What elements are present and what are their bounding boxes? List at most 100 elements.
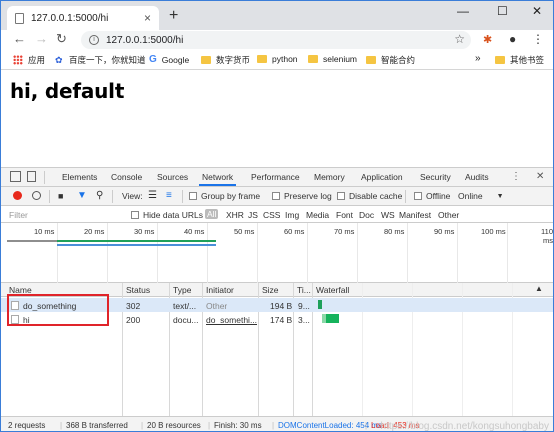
overview-bar [7, 240, 57, 242]
close-window-button[interactable]: ✕ [532, 4, 542, 18]
devtools-close-icon[interactable]: ✕ [536, 171, 544, 182]
tab-network[interactable]: Network [198, 172, 237, 186]
forward-icon[interactable]: → [35, 31, 48, 46]
tab-elements[interactable]: Elements [62, 172, 97, 182]
tab-memory[interactable]: Memory [314, 172, 345, 182]
checkbox-label: Hide data URLs [143, 210, 204, 220]
navigation-bar: ← → ↻ i 127.0.0.1:5000/hi ☆ ✱ ● ⋮ [1, 30, 553, 50]
maximize-button[interactable]: ☐ [497, 4, 508, 18]
screenshot-icon[interactable]: ■ [58, 191, 63, 201]
column-header-size[interactable]: Size [262, 285, 279, 295]
preserve-log-checkbox[interactable]: Preserve log [272, 191, 332, 201]
filter-input[interactable]: Filter [9, 210, 28, 220]
status-divider: | [141, 421, 144, 430]
tick-line [457, 223, 458, 283]
filter-type-css[interactable]: CSS [263, 210, 280, 220]
search-icon[interactable]: ⚲ [96, 190, 103, 201]
tab-audits[interactable]: Audits [465, 172, 489, 182]
tab-sources[interactable]: Sources [157, 172, 188, 182]
chevron-down-icon: ▼ [496, 192, 504, 200]
resources-size: 20 B resources [147, 421, 201, 430]
filter-icon[interactable]: ▼ [77, 190, 87, 201]
bookmarks-bar: 应用 ✿ 百度一下，你就知道 G Google 数字货币 python sele… [1, 50, 553, 70]
menu-icon[interactable]: ⋮ [532, 32, 544, 46]
hide-data-urls-checkbox[interactable]: Hide data URLs [131, 210, 203, 220]
bookmarks-overflow-icon[interactable]: » [475, 53, 481, 64]
filter-type-font[interactable]: Font [336, 210, 353, 220]
tick-label: 80 ms [384, 227, 405, 236]
request-initiator-link[interactable]: do_somethi... [206, 315, 257, 325]
reload-icon[interactable]: ↻ [56, 31, 67, 47]
device-toolbar-icon[interactable] [27, 171, 36, 182]
filter-type-all[interactable]: All [205, 209, 219, 219]
tick-label: 30 ms [134, 227, 155, 236]
request-size: 174 B [270, 315, 293, 325]
request-initiator: Other [206, 301, 228, 311]
filter-type-xhr[interactable]: XHR [226, 210, 244, 220]
tab-performance[interactable]: Performance [251, 172, 300, 182]
watermark-text: https://blog.csdn.net/kongsuhongbaby [380, 421, 549, 432]
bookmark-item[interactable]: 应用 [13, 54, 45, 66]
highlight-box [7, 294, 109, 326]
record-icon[interactable] [13, 191, 22, 200]
group-by-frame-checkbox[interactable]: Group by frame [189, 191, 260, 201]
filter-type-media[interactable]: Media [306, 210, 329, 220]
folder-icon [257, 55, 267, 63]
bookmark-label: 智能合约 [381, 55, 416, 65]
tick-line [407, 223, 408, 283]
bookmark-item[interactable]: ✿ 百度一下，你就知道 [55, 54, 146, 66]
inspect-element-icon[interactable] [10, 171, 21, 182]
column-header-waterfall[interactable]: Waterfall [316, 285, 349, 295]
filter-type-js[interactable]: JS [248, 210, 258, 220]
back-icon[interactable]: ← [13, 31, 26, 46]
column-header-type[interactable]: Type [173, 285, 191, 295]
url-text[interactable]: 127.0.0.1:5000/hi [106, 35, 183, 46]
browser-tab[interactable]: 127.0.0.1:5000/hi × [7, 6, 159, 30]
list-view-icon[interactable]: ☰ [148, 190, 157, 201]
devtools-more-icon[interactable]: ⋮ [511, 171, 521, 182]
tab-security[interactable]: Security [420, 172, 451, 182]
bookmark-item[interactable]: 数字货币 [201, 54, 250, 66]
google-icon: G [149, 54, 157, 65]
bookmark-item[interactable]: G Google [149, 54, 189, 65]
column-header-status[interactable]: Status [126, 285, 150, 295]
sort-up-icon[interactable]: ▲ [535, 284, 543, 293]
waterfall-view-icon[interactable]: ≡ [166, 190, 172, 201]
bookmark-item[interactable]: 智能合约 [366, 54, 415, 66]
request-count: 2 requests [8, 421, 46, 430]
bookmark-item[interactable]: python [257, 54, 298, 64]
toolbar-divider [182, 190, 183, 203]
filter-type-img[interactable]: Img [285, 210, 299, 220]
clear-icon[interactable] [32, 191, 41, 200]
address-bar[interactable]: i 127.0.0.1:5000/hi ☆ [81, 31, 471, 49]
tick-line [157, 223, 158, 283]
other-bookmarks[interactable]: 其他书签 [495, 54, 544, 66]
column-header-initiator[interactable]: Initiator [206, 285, 234, 295]
offline-checkbox[interactable]: Offline [414, 191, 450, 201]
minimize-button[interactable]: — [457, 4, 469, 18]
bookmark-item[interactable]: selenium [308, 54, 357, 64]
column-header-time[interactable]: Ti... [297, 285, 311, 295]
devtools-tab-bar: Elements Console Sources Network Perform… [1, 168, 553, 187]
profile-icon[interactable]: ● [509, 32, 516, 46]
tick-line [307, 223, 308, 283]
checkbox-label: Offline [426, 191, 451, 201]
throttling-select[interactable]: Online ▼ [458, 191, 504, 201]
tab-console[interactable]: Console [111, 172, 142, 182]
filter-type-other[interactable]: Other [438, 210, 459, 220]
new-tab-button[interactable]: + [169, 7, 178, 25]
filter-type-manifest[interactable]: Manifest [399, 210, 431, 220]
folder-icon [495, 56, 505, 64]
disable-cache-checkbox[interactable]: Disable cache [337, 191, 402, 201]
info-icon[interactable]: i [89, 35, 99, 45]
filter-type-ws[interactable]: WS [381, 210, 395, 220]
bookmark-label: 百度一下，你就知道 [69, 55, 146, 65]
extension-icon[interactable]: ✱ [483, 33, 492, 46]
tab-application[interactable]: Application [361, 172, 403, 182]
page-icon [15, 12, 24, 24]
bookmark-star-icon[interactable]: ☆ [454, 32, 465, 46]
toolbar-divider [112, 190, 113, 203]
filter-type-doc[interactable]: Doc [359, 210, 374, 220]
tab-close-icon[interactable]: × [144, 11, 151, 25]
tick-label: 100 ms [481, 227, 506, 236]
